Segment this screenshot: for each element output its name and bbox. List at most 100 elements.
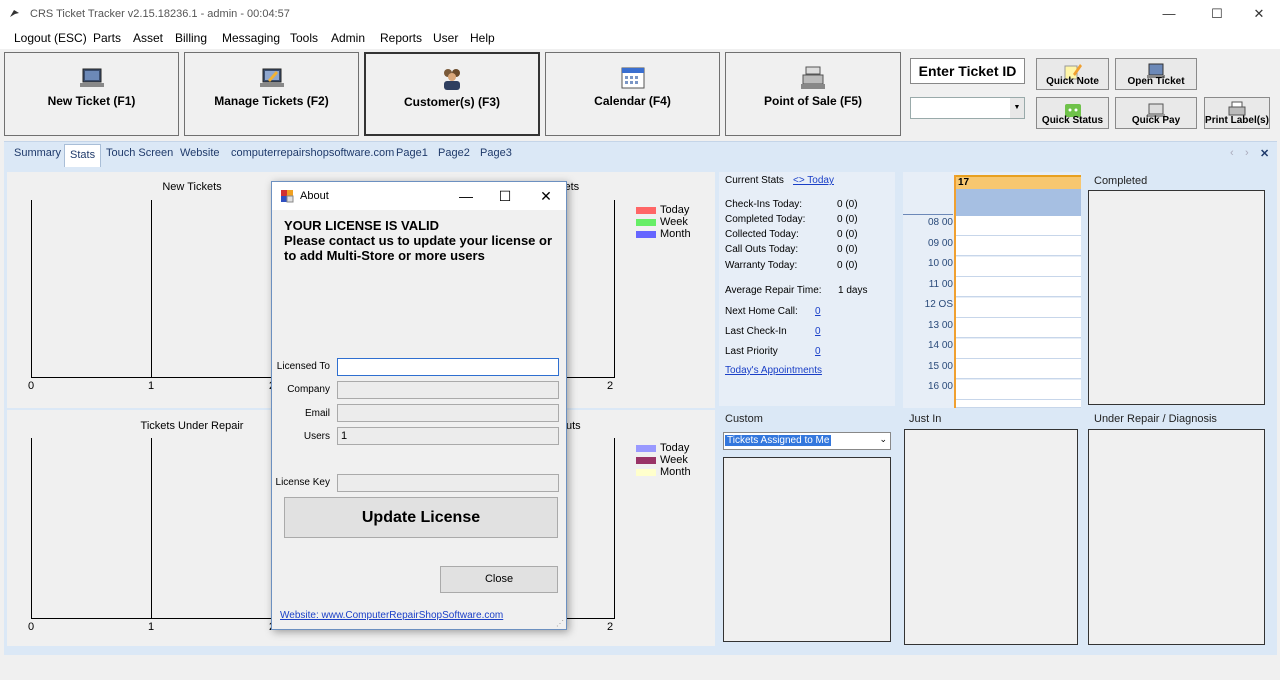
- menu-reports[interactable]: Reports: [380, 31, 422, 45]
- resize-grip-icon[interactable]: ⋰: [556, 619, 564, 628]
- tab-page3[interactable]: Page3: [480, 147, 512, 159]
- close-window-button[interactable]: ✕: [1236, 0, 1280, 28]
- menu-messaging[interactable]: Messaging: [222, 31, 280, 45]
- stat-value: 0 (0): [837, 244, 858, 255]
- calendar-button[interactable]: Calendar (F4): [545, 52, 720, 136]
- print-labels-label: Print Label(s): [1205, 115, 1269, 126]
- time-label: 11 00: [928, 279, 953, 290]
- tab-summary[interactable]: Summary: [14, 147, 61, 159]
- stat-label: Collected Today:: [725, 229, 799, 240]
- last-checkin-link[interactable]: 0: [815, 326, 821, 337]
- menu-asset[interactable]: Asset: [133, 31, 163, 45]
- calendar-icon: [621, 67, 644, 89]
- tab-computerrepairshopsoftware[interactable]: computerrepairshopsoftware.com: [231, 147, 394, 159]
- company-field[interactable]: [337, 381, 559, 399]
- legend-label: Today: [660, 204, 690, 216]
- tab-stats[interactable]: Stats: [64, 144, 102, 169]
- menu-bar: Logout (ESC) Parts Asset Billing Messagi…: [0, 28, 1280, 49]
- print-labels-button[interactable]: Print Label(s): [1204, 97, 1270, 129]
- menu-parts[interactable]: Parts: [93, 31, 121, 45]
- minimize-button[interactable]: —: [1146, 0, 1192, 28]
- quick-note-button[interactable]: Quick Note: [1036, 58, 1109, 90]
- legend-swatch: [636, 206, 656, 214]
- time-slot[interactable]: [956, 400, 1081, 408]
- gridline: [614, 438, 615, 618]
- time-slot[interactable]: [956, 318, 1081, 338]
- current-stats-panel: Current Stats <> Today Check-Ins Today: …: [719, 172, 895, 406]
- maximize-button[interactable]: ☐: [1194, 0, 1240, 28]
- menu-admin[interactable]: Admin: [331, 31, 365, 45]
- all-day-area[interactable]: [956, 189, 1081, 216]
- open-ticket-button[interactable]: Open Ticket: [1115, 58, 1197, 90]
- cash-register-icon: [801, 66, 825, 89]
- chevron-down-icon[interactable]: ⌄: [879, 434, 887, 445]
- users-field[interactable]: 1: [337, 427, 559, 445]
- customers-icon: [444, 69, 460, 90]
- stat-value: 0 (0): [837, 260, 858, 271]
- legend-item: Month: [636, 466, 691, 478]
- custom-filter-select[interactable]: Tickets Assigned to Me ⌄: [723, 432, 891, 450]
- tab-page1[interactable]: Page1: [396, 147, 428, 159]
- completed-list[interactable]: [1088, 190, 1265, 405]
- just-in-title: Just In: [909, 413, 942, 425]
- just-in-list[interactable]: [904, 429, 1078, 645]
- customers-label: Customer(s) (F3): [403, 95, 500, 109]
- legend-top: Today Week Month: [636, 204, 691, 240]
- tab-scroll-right-icon[interactable]: ›: [1245, 147, 1249, 159]
- app-logo-icon: [10, 10, 19, 17]
- website-link[interactable]: Website: www.ComputerRepairShopSoftware.…: [280, 610, 503, 621]
- legend-item: Today: [636, 204, 691, 216]
- legend-label: Month: [660, 466, 691, 478]
- quick-pay-button[interactable]: Quick Pay: [1115, 97, 1197, 129]
- time-slot[interactable]: [956, 359, 1081, 379]
- new-ticket-button[interactable]: New Ticket (F1): [4, 52, 179, 136]
- time-slot[interactable]: [956, 216, 1081, 236]
- about-maximize-button[interactable]: ☐: [491, 186, 519, 206]
- time-slot[interactable]: [956, 277, 1081, 297]
- manage-tickets-button[interactable]: Manage Tickets (F2): [184, 52, 359, 136]
- email-field[interactable]: [337, 404, 559, 422]
- menu-user[interactable]: User: [433, 31, 458, 45]
- under-repair-list[interactable]: [1088, 429, 1265, 645]
- time-slot[interactable]: [956, 298, 1081, 318]
- time-label: 14 00: [927, 340, 953, 351]
- last-priority-link[interactable]: 0: [815, 346, 821, 357]
- quick-note-label: Quick Note: [1046, 76, 1099, 87]
- calendar-day-header[interactable]: 17: [956, 175, 1081, 189]
- licensed-to-field[interactable]: [337, 358, 559, 376]
- time-slot[interactable]: [956, 236, 1081, 256]
- time-label: 10 00: [927, 258, 953, 269]
- today-link[interactable]: <> Today: [793, 175, 834, 186]
- todays-appointments-link[interactable]: Today's Appointments: [725, 365, 822, 376]
- menu-logout[interactable]: Logout (ESC): [14, 31, 87, 45]
- menu-help[interactable]: Help: [470, 31, 495, 45]
- license-key-field[interactable]: [337, 474, 559, 492]
- next-home-call-link[interactable]: 0: [815, 306, 821, 317]
- time-slot[interactable]: [956, 339, 1081, 359]
- point-of-sale-button[interactable]: Point of Sale (F5): [725, 52, 901, 136]
- calendar-label: Calendar (F4): [594, 94, 671, 108]
- menu-tools[interactable]: Tools: [290, 31, 318, 45]
- about-close-button[interactable]: ✕: [532, 186, 560, 206]
- tab-touch-screen[interactable]: Touch Screen: [106, 147, 173, 159]
- tab-website[interactable]: Website: [180, 147, 220, 159]
- tab-scroll-left-icon[interactable]: ‹: [1230, 147, 1234, 159]
- enter-ticket-id-label: Enter Ticket ID: [910, 58, 1025, 84]
- close-button[interactable]: Close: [440, 566, 558, 593]
- custom-list[interactable]: [723, 457, 891, 642]
- quick-status-button[interactable]: Quick Status: [1036, 97, 1109, 129]
- about-minimize-button[interactable]: —: [452, 186, 480, 206]
- update-license-button[interactable]: Update License: [284, 497, 558, 538]
- under-repair-title-section: Under Repair / Diagnosis: [1094, 413, 1217, 425]
- time-slot[interactable]: [956, 380, 1081, 400]
- tab-page2[interactable]: Page2: [438, 147, 470, 159]
- customers-button[interactable]: Customer(s) (F3): [364, 52, 540, 136]
- chevron-down-icon[interactable]: ▼: [1010, 98, 1024, 118]
- tab-close-icon[interactable]: ✕: [1260, 147, 1269, 160]
- point-of-sale-label: Point of Sale (F5): [763, 94, 862, 108]
- time-slot[interactable]: [956, 257, 1081, 277]
- menu-billing[interactable]: Billing: [175, 31, 207, 45]
- legend-swatch: [636, 218, 656, 226]
- stat-value: 0 (0): [837, 229, 858, 240]
- ticket-id-combobox[interactable]: ▼: [910, 97, 1025, 119]
